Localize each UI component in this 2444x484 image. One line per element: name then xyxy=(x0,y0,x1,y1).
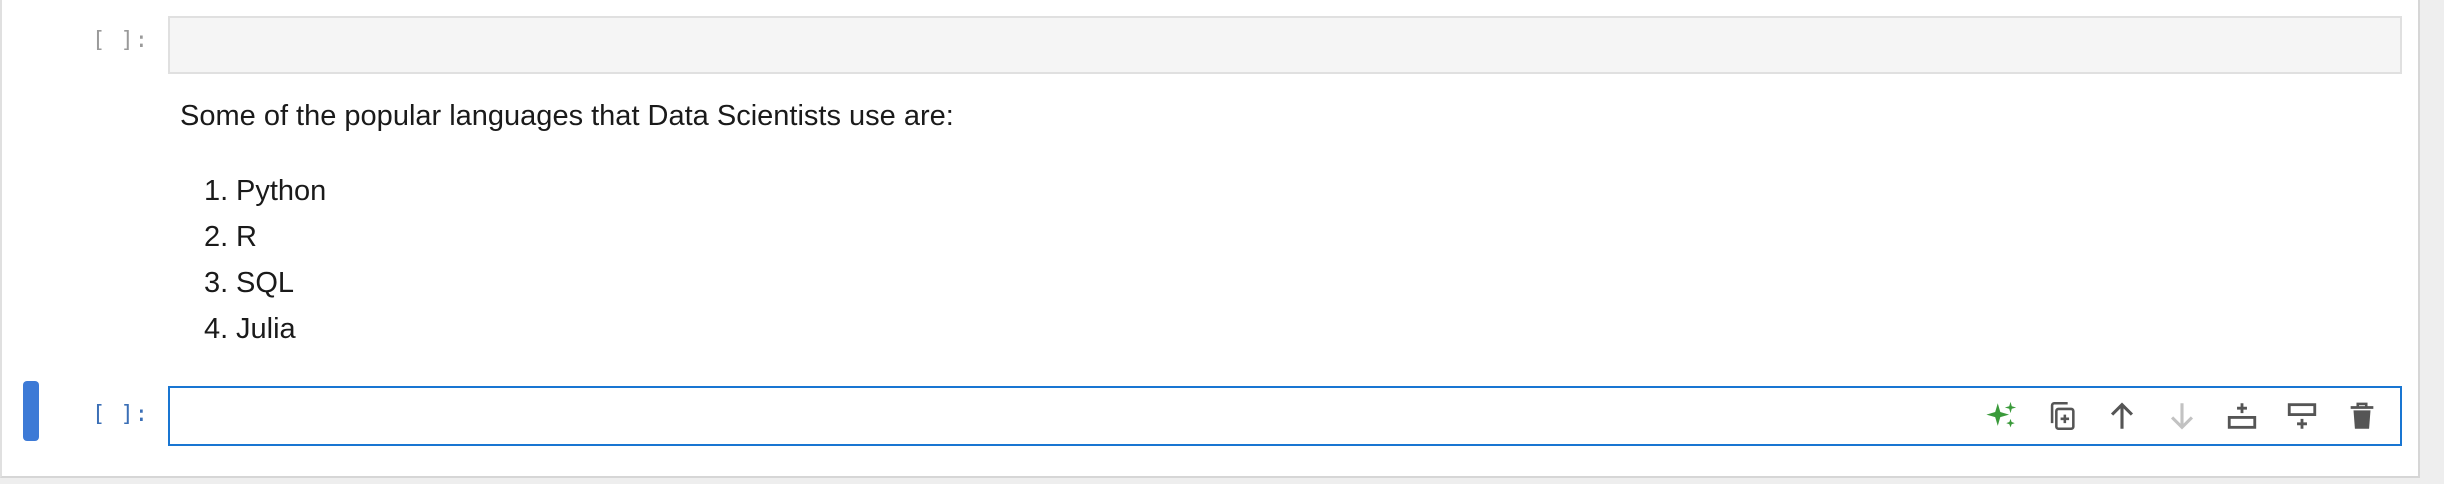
insert-cell-below-icon xyxy=(2287,403,2317,429)
list-text: Julia xyxy=(236,313,296,345)
cell-prompt: [ ]: xyxy=(92,28,149,53)
list-number: 3. xyxy=(204,267,229,299)
list-number: 1. xyxy=(204,175,229,207)
list-text: R xyxy=(236,221,257,253)
insert-cell-below-button[interactable] xyxy=(2272,388,2332,444)
insert-cell-above-icon xyxy=(2227,403,2257,429)
active-cell-prompt: [ ]: xyxy=(92,402,149,427)
duplicate-cell-button[interactable] xyxy=(2032,388,2092,444)
list-number: 4. xyxy=(204,313,229,345)
list-text: SQL xyxy=(236,267,295,299)
active-code-cell-input[interactable] xyxy=(168,386,2402,446)
duplicate-cell-icon xyxy=(2050,401,2075,431)
delete-cell-icon xyxy=(2350,402,2374,429)
list-item: 1. Python xyxy=(204,168,2380,214)
insert-cell-above-button[interactable] xyxy=(2212,388,2272,444)
list-text: Python xyxy=(236,175,327,207)
notebook-panel: [ ]: Some of the popular languages that … xyxy=(0,0,2420,478)
code-cell-input[interactable] xyxy=(168,16,2402,74)
move-cell-up-button[interactable] xyxy=(2092,388,2152,444)
move-cell-down-button[interactable] xyxy=(2152,388,2212,444)
move-up-icon xyxy=(2110,402,2134,429)
ai-assist-button[interactable] xyxy=(1972,388,2032,444)
markdown-paragraph: Some of the popular languages that Data … xyxy=(180,100,954,132)
list-item: 4. Julia xyxy=(204,306,2380,352)
list-number: 2. xyxy=(204,221,229,253)
list-item: 2. R xyxy=(204,214,2380,260)
cell-toolbar xyxy=(1972,388,2392,444)
markdown-cell[interactable]: Some of the popular languages that Data … xyxy=(180,92,2380,352)
delete-cell-button[interactable] xyxy=(2332,388,2392,444)
list-item: 3. SQL xyxy=(204,260,2380,306)
languages-list: 1. Python 2. R 3. SQL 4. Julia xyxy=(204,168,2380,352)
sparkle-ai-icon xyxy=(1986,401,2017,428)
cell-collapser[interactable] xyxy=(23,381,39,441)
move-down-icon xyxy=(2170,403,2194,430)
